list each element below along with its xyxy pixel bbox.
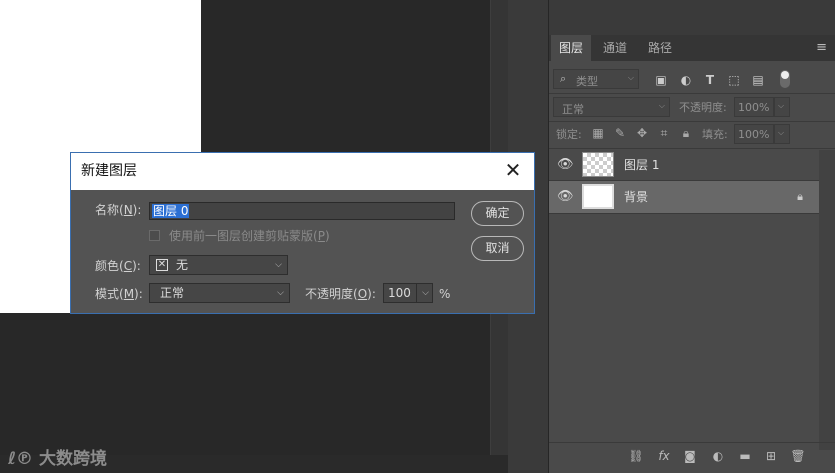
dialog-title: 新建图层	[81, 163, 137, 179]
type-filter-icon[interactable]: T	[702, 73, 718, 87]
link-icon[interactable]: ⛓︎	[627, 449, 645, 463]
opacity-value: 100%	[738, 101, 770, 114]
filter-kind-label: 类型	[576, 75, 598, 88]
divider	[549, 442, 835, 443]
lock-position-icon[interactable]: ✥	[635, 126, 649, 140]
lock-paint-icon[interactable]: ✎	[613, 126, 627, 140]
fill-value: 100%	[738, 128, 770, 141]
chevron-down-icon: ⌵	[275, 260, 282, 270]
fill-dropdown[interactable]: ⌵	[774, 124, 790, 144]
watermark-logo: ℓ℗	[8, 449, 34, 469]
trash-icon[interactable]: 🗑︎	[789, 449, 807, 463]
adjustment-icon[interactable]: ◐	[709, 449, 727, 463]
tab-paths[interactable]: 路径	[639, 35, 681, 61]
color-select[interactable]: ✕ 无 ⌵	[149, 255, 288, 275]
lock-artboard-icon[interactable]: ⌗	[657, 126, 671, 140]
watermark-text: 大数跨境	[39, 449, 108, 469]
layer-thumbnail	[582, 152, 614, 177]
shape-filter-icon[interactable]: ⬚	[726, 73, 742, 87]
dialog-titlebar[interactable]: 新建图层 ✕	[71, 153, 534, 190]
layer-row-background[interactable]: 👁︎ 背景 🔒︎	[549, 181, 819, 213]
eye-icon[interactable]: 👁︎	[557, 189, 574, 205]
dialog-opacity-value: 100	[388, 286, 411, 300]
panel-scrollbar[interactable]	[819, 150, 835, 450]
hamburger-menu-icon[interactable]: ≡	[816, 35, 827, 61]
mode-value: 正常	[160, 286, 185, 300]
fx-icon[interactable]: fx	[655, 449, 673, 463]
divider	[549, 213, 819, 214]
lock-transparent-icon[interactable]: ▦	[591, 126, 605, 140]
divider	[549, 121, 835, 122]
opacity-dropdown[interactable]: ⌵	[774, 97, 790, 117]
lock-label: 锁定:	[556, 128, 582, 141]
tab-channels[interactable]: 通道	[593, 35, 637, 61]
pixel-filter-icon[interactable]: ▣	[653, 73, 669, 87]
close-icon[interactable]: ✕	[504, 160, 522, 180]
eye-icon[interactable]: 👁︎	[557, 157, 574, 173]
no-color-icon: ✕	[156, 259, 168, 271]
color-label: 颜色(C):	[95, 259, 141, 273]
search-icon: ⌕	[560, 72, 567, 85]
chevron-down-icon: ⌵	[422, 288, 429, 298]
lock-icon[interactable]: 🔒︎	[797, 190, 803, 204]
new-layer-dialog: 新建图层 ✕ 名称(N): 图层 0 使用前一图层创建剪贴蒙版(P) 颜色(C)…	[70, 152, 535, 314]
mode-select[interactable]: 正常 ⌵	[149, 283, 290, 303]
adjustment-filter-icon[interactable]: ◐	[678, 73, 694, 87]
tab-layers[interactable]: 图层	[551, 35, 591, 61]
layer-thumbnail	[582, 184, 614, 209]
chevron-down-icon: ⌵	[778, 128, 785, 137]
folder-icon[interactable]: ▬	[736, 449, 754, 463]
name-input-value: 图层 0	[152, 204, 190, 218]
layer-name[interactable]: 背景	[624, 181, 648, 213]
fill-input[interactable]: 100%	[734, 124, 774, 144]
clip-mask-label: 使用前一图层创建剪贴蒙版(P)	[169, 229, 330, 243]
dialog-opacity-dropdown[interactable]: ⌵	[416, 283, 433, 303]
fill-label: 填充:	[702, 128, 728, 141]
smart-object-filter-icon[interactable]: ▤	[750, 73, 766, 87]
new-layer-icon[interactable]: ⊞	[762, 449, 780, 463]
opacity-input[interactable]: 100%	[734, 97, 774, 117]
chevron-down-icon: ⌵	[627, 73, 634, 82]
panel-tabbar: 图层 通道 路径 ≡	[549, 35, 835, 61]
watermark: ℓ℗ 大数跨境	[8, 444, 107, 469]
opacity-label: 不透明度:	[679, 101, 727, 114]
chevron-down-icon: ⌵	[778, 101, 785, 110]
name-input[interactable]: 图层 0	[149, 202, 455, 220]
panel-header-space	[549, 0, 835, 35]
divider	[549, 93, 835, 94]
lock-all-icon[interactable]: 🔒︎	[679, 126, 693, 140]
dialog-opacity-label: 不透明度(O):	[305, 287, 376, 301]
cancel-button[interactable]: 取消	[471, 236, 524, 261]
name-label: 名称(N):	[95, 203, 142, 217]
opacity-unit: %	[439, 287, 451, 301]
color-value: 无	[176, 258, 189, 272]
filter-kind-select[interactable]: ⌕ 类型 ⌵	[553, 69, 639, 89]
layer-row-layer1[interactable]: 👁︎ 图层 1	[549, 149, 819, 181]
clip-mask-checkbox[interactable]	[149, 230, 160, 241]
blend-mode-select[interactable]: 正常 ⌵	[553, 97, 670, 117]
chevron-down-icon: ⌵	[277, 288, 284, 298]
mask-icon[interactable]: ◙	[681, 449, 699, 463]
chevron-down-icon: ⌵	[658, 101, 665, 110]
layer-name[interactable]: 图层 1	[624, 149, 659, 181]
mode-label: 模式(M):	[95, 287, 143, 301]
ok-button[interactable]: 确定	[471, 201, 524, 226]
blend-mode-value: 正常	[562, 103, 584, 116]
filter-toggle-knob	[781, 71, 789, 79]
